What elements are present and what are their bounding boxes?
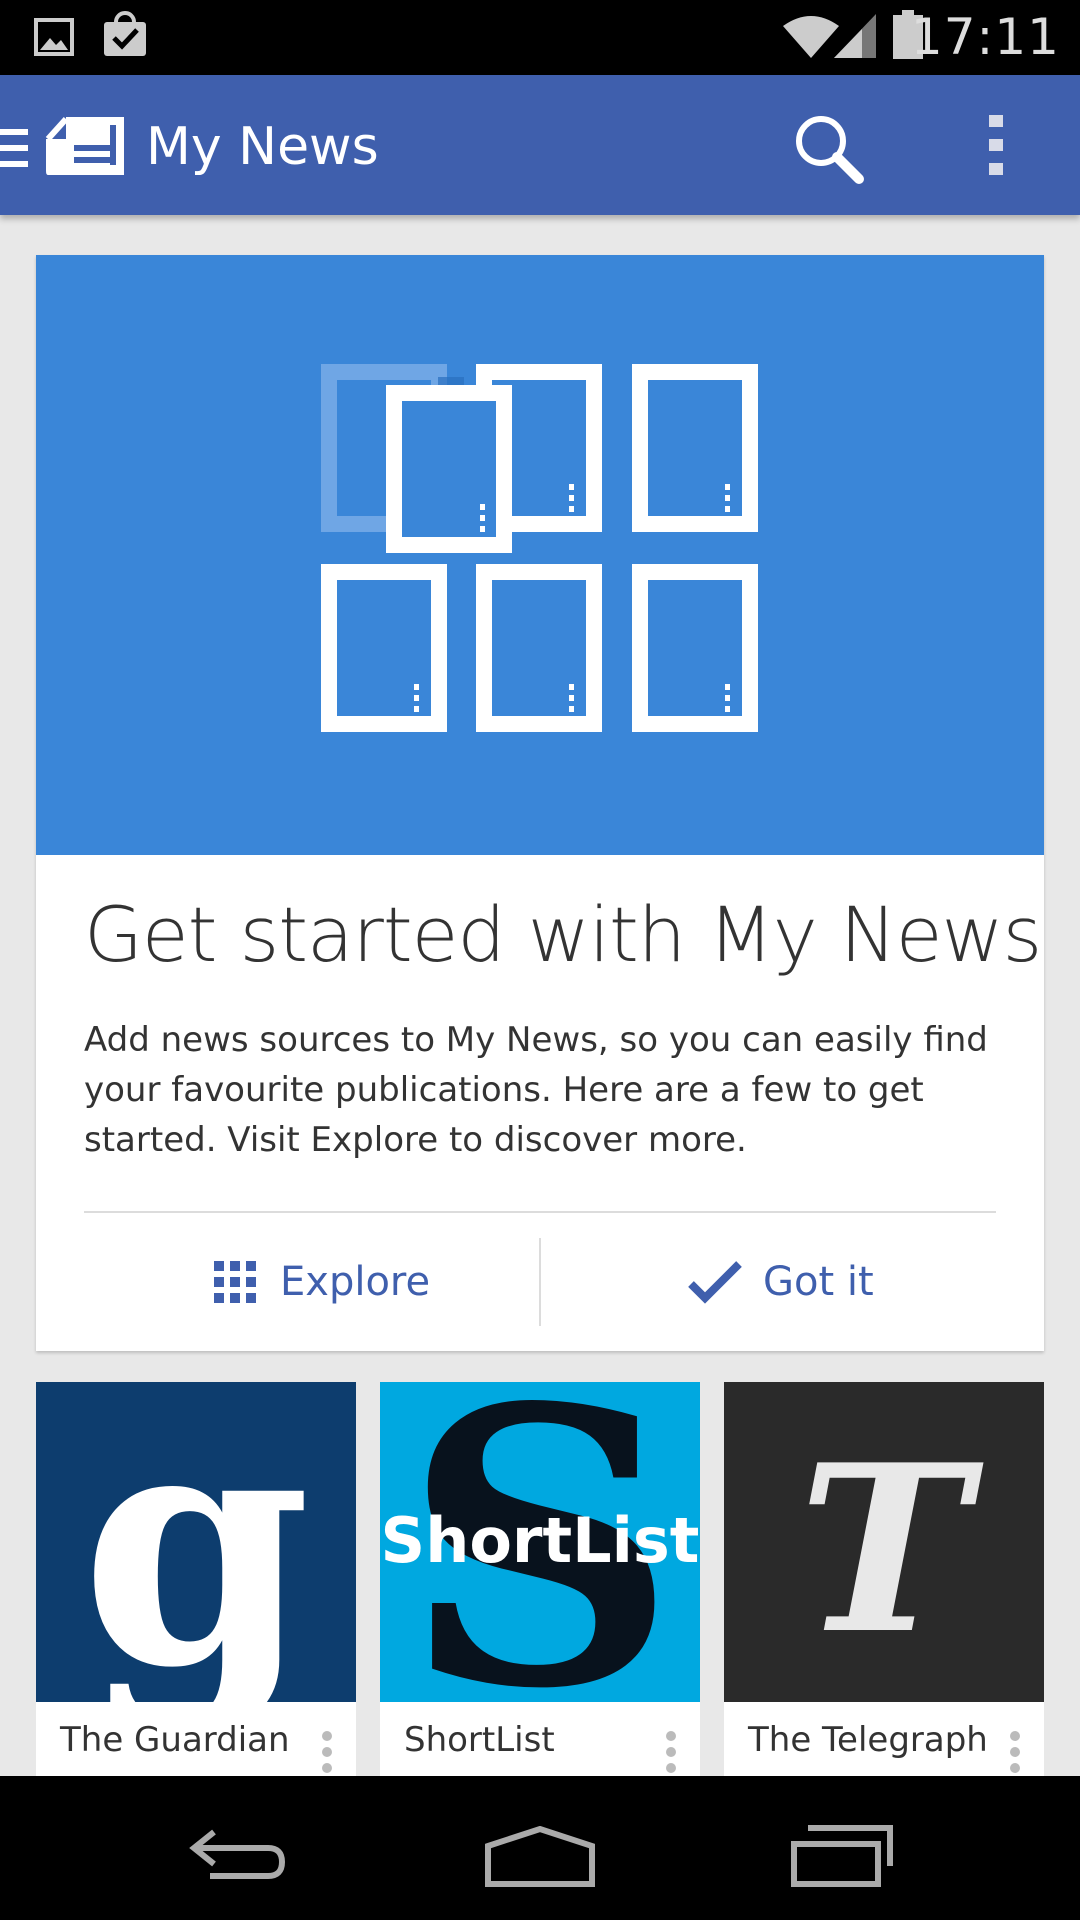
search-icon[interactable] [793,113,865,189]
explore-label: Explore [280,1259,431,1305]
source-tile-shortlist[interactable]: S ShortList ShortList [380,1382,700,1776]
action-divider [539,1238,541,1326]
home-icon[interactable] [484,1825,596,1892]
card-body: Add news sources to My News, so you can … [84,1020,988,1160]
hero-banner [36,255,1044,855]
card-divider [84,1211,996,1213]
menu-icon[interactable] [0,127,30,173]
source-tile-guardian[interactable]: g The Guardian [36,1382,356,1776]
app-bar: My News [0,75,1080,215]
shortlist-logo: S ShortList [380,1382,700,1702]
overflow-menu-icon[interactable] [656,1728,686,1776]
checkmark-icon [687,1260,743,1304]
guardian-logo: g [36,1382,356,1702]
source-name: ShortList [404,1720,555,1760]
telegraph-logo: T [724,1382,1044,1702]
image-notification-icon [34,18,74,60]
got-it-button[interactable]: Got it [687,1238,874,1326]
page-title: My News [146,117,379,177]
sources-grid-illustration [321,364,758,732]
status-time: 17:11 [910,8,1060,66]
back-icon[interactable] [188,1828,288,1888]
recents-icon[interactable] [790,1824,894,1892]
navigation-bar [0,1776,1080,1920]
grid-icon [214,1261,256,1303]
source-tile-telegraph[interactable]: T The Telegraph [724,1382,1044,1776]
source-name: The Telegraph [748,1720,988,1760]
got-it-label: Got it [763,1259,874,1305]
intro-card: Get started with My News Add news source… [36,255,1044,1351]
overflow-menu-icon[interactable] [986,115,1008,181]
card-title: Get started with My News [84,890,1042,979]
telegraph-logo-text: T [798,1415,984,1685]
source-name: The Guardian [60,1720,290,1760]
guardian-logo-text: g [81,1382,312,1702]
status-bar: 17:11 [0,0,1080,75]
overflow-menu-icon[interactable] [312,1728,342,1776]
newspaper-icon[interactable] [44,115,126,181]
shortlist-logo-text: ShortList [381,1504,700,1577]
shopping-bag-check-icon [100,10,150,62]
overflow-menu-icon[interactable] [1000,1728,1030,1776]
cell-signal-icon [832,12,878,64]
explore-button[interactable]: Explore [214,1238,430,1326]
